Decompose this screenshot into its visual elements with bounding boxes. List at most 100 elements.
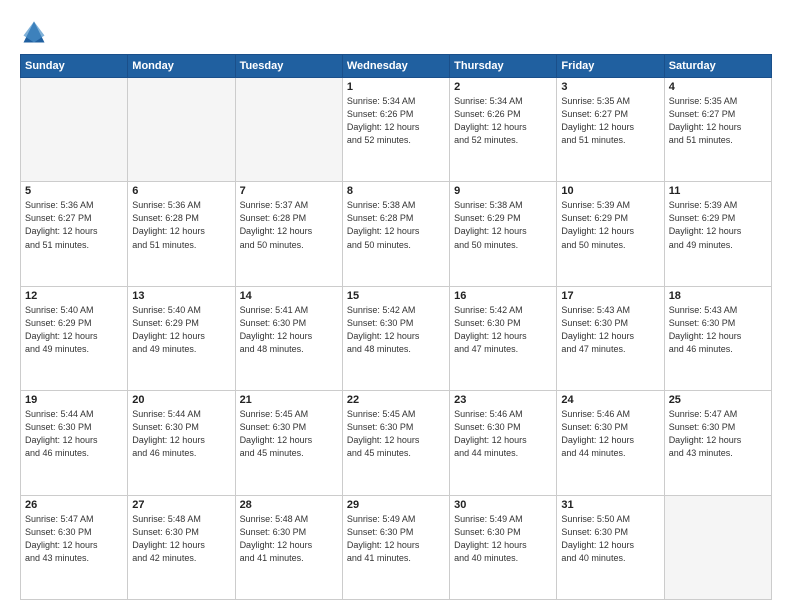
- calendar-cell: 24Sunrise: 5:46 AM Sunset: 6:30 PM Dayli…: [557, 391, 664, 495]
- day-number: 20: [132, 394, 230, 406]
- calendar-table: SundayMondayTuesdayWednesdayThursdayFrid…: [20, 54, 772, 600]
- day-number: 14: [240, 290, 338, 302]
- day-number: 1: [347, 81, 445, 93]
- day-number: 27: [132, 499, 230, 511]
- day-info: Sunrise: 5:39 AM Sunset: 6:29 PM Dayligh…: [561, 199, 659, 251]
- logo-icon: [20, 18, 48, 46]
- day-info: Sunrise: 5:49 AM Sunset: 6:30 PM Dayligh…: [454, 513, 552, 565]
- day-number: 17: [561, 290, 659, 302]
- day-number: 16: [454, 290, 552, 302]
- day-info: Sunrise: 5:39 AM Sunset: 6:29 PM Dayligh…: [669, 199, 767, 251]
- calendar-cell: [235, 78, 342, 182]
- page: SundayMondayTuesdayWednesdayThursdayFrid…: [0, 0, 792, 612]
- day-info: Sunrise: 5:48 AM Sunset: 6:30 PM Dayligh…: [240, 513, 338, 565]
- calendar-cell: 11 Sunrise: 5:39 AM Sunset: 6:29 PM Dayli…: [664, 182, 771, 286]
- calendar-cell: 2Sunrise: 5:34 AM Sunset: 6:26 PM Daylig…: [450, 78, 557, 182]
- calendar-cell: 17Sunrise: 5:43 AM Sunset: 6:30 PM Dayli…: [557, 286, 664, 390]
- calendar-week-3: 12 Sunrise: 5:40 AM Sunset: 6:29 PM Dayli…: [21, 286, 772, 390]
- weekday-header-monday: Monday: [128, 55, 235, 78]
- day-number: 7: [240, 185, 338, 197]
- day-number: 21: [240, 394, 338, 406]
- day-number: 22: [347, 394, 445, 406]
- calendar-cell: 8 Sunrise: 5:38 AM Sunset: 6:28 PM Daylig…: [342, 182, 449, 286]
- calendar-cell: 1 Sunrise: 5:34 AM Sunset: 6:26 PM Daylig…: [342, 78, 449, 182]
- day-info: Sunrise: 5:48 AM Sunset: 6:30 PM Dayligh…: [132, 513, 230, 565]
- calendar-cell: 15 Sunrise: 5:42 AM Sunset: 6:30 PM Dayli…: [342, 286, 449, 390]
- day-info: Sunrise: 5:45 AM Sunset: 6:30 PM Dayligh…: [347, 408, 445, 460]
- day-number: 6: [132, 185, 230, 197]
- calendar-cell: 14 Sunrise: 5:41 AM Sunset: 6:30 PM Dayli…: [235, 286, 342, 390]
- day-number: 10: [561, 185, 659, 197]
- day-info: Sunrise: 5:49 AM Sunset: 6:30 PM Dayligh…: [347, 513, 445, 565]
- day-info: Sunrise: 5:42 AM Sunset: 6:30 PM Dayligh…: [454, 304, 552, 356]
- calendar-week-5: 26 Sunrise: 5:47 AM Sunset: 6:30 PM Dayli…: [21, 495, 772, 599]
- calendar-cell: 6 Sunrise: 5:36 AM Sunset: 6:28 PM Daylig…: [128, 182, 235, 286]
- weekday-header-sunday: Sunday: [21, 55, 128, 78]
- day-number: 5: [25, 185, 123, 197]
- day-number: 8: [347, 185, 445, 197]
- day-info: Sunrise: 5:34 AM Sunset: 6:26 PM Dayligh…: [347, 95, 445, 147]
- calendar-cell: 5 Sunrise: 5:36 AM Sunset: 6:27 PM Daylig…: [21, 182, 128, 286]
- calendar-cell: 30 Sunrise: 5:49 AM Sunset: 6:30 PM Dayli…: [450, 495, 557, 599]
- logo: [20, 18, 52, 46]
- day-number: 29: [347, 499, 445, 511]
- calendar-cell: 13 Sunrise: 5:40 AM Sunset: 6:29 PM Dayli…: [128, 286, 235, 390]
- day-number: 12: [25, 290, 123, 302]
- calendar-cell: 23 Sunrise: 5:46 AM Sunset: 6:30 PM Dayli…: [450, 391, 557, 495]
- day-info: Sunrise: 5:35 AM Sunset: 6:27 PM Dayligh…: [669, 95, 767, 147]
- day-info: Sunrise: 5:42 AM Sunset: 6:30 PM Dayligh…: [347, 304, 445, 356]
- calendar-cell: 12 Sunrise: 5:40 AM Sunset: 6:29 PM Dayli…: [21, 286, 128, 390]
- day-info: Sunrise: 5:50 AM Sunset: 6:30 PM Dayligh…: [561, 513, 659, 565]
- calendar-cell: 27 Sunrise: 5:48 AM Sunset: 6:30 PM Dayli…: [128, 495, 235, 599]
- day-number: 30: [454, 499, 552, 511]
- weekday-header-wednesday: Wednesday: [342, 55, 449, 78]
- calendar-cell: 21Sunrise: 5:45 AM Sunset: 6:30 PM Dayli…: [235, 391, 342, 495]
- day-info: Sunrise: 5:44 AM Sunset: 6:30 PM Dayligh…: [25, 408, 123, 460]
- calendar-cell: 25Sunrise: 5:47 AM Sunset: 6:30 PM Dayli…: [664, 391, 771, 495]
- calendar-cell: 10 Sunrise: 5:39 AM Sunset: 6:29 PM Dayli…: [557, 182, 664, 286]
- day-number: 3: [561, 81, 659, 93]
- day-info: Sunrise: 5:41 AM Sunset: 6:30 PM Dayligh…: [240, 304, 338, 356]
- day-info: Sunrise: 5:47 AM Sunset: 6:30 PM Dayligh…: [25, 513, 123, 565]
- day-info: Sunrise: 5:46 AM Sunset: 6:30 PM Dayligh…: [561, 408, 659, 460]
- calendar-cell: 26 Sunrise: 5:47 AM Sunset: 6:30 PM Dayli…: [21, 495, 128, 599]
- header: [20, 18, 772, 46]
- day-number: 26: [25, 499, 123, 511]
- day-info: Sunrise: 5:38 AM Sunset: 6:28 PM Dayligh…: [347, 199, 445, 251]
- day-number: 13: [132, 290, 230, 302]
- calendar-cell: 31 Sunrise: 5:50 AM Sunset: 6:30 PM Dayli…: [557, 495, 664, 599]
- day-number: 19: [25, 394, 123, 406]
- calendar-week-2: 5 Sunrise: 5:36 AM Sunset: 6:27 PM Daylig…: [21, 182, 772, 286]
- day-info: Sunrise: 5:40 AM Sunset: 6:29 PM Dayligh…: [132, 304, 230, 356]
- calendar-cell: 3Sunrise: 5:35 AM Sunset: 6:27 PM Daylig…: [557, 78, 664, 182]
- day-number: 31: [561, 499, 659, 511]
- day-number: 4: [669, 81, 767, 93]
- calendar-cell: [664, 495, 771, 599]
- day-info: Sunrise: 5:46 AM Sunset: 6:30 PM Dayligh…: [454, 408, 552, 460]
- calendar-cell: 19 Sunrise: 5:44 AM Sunset: 6:30 PM Dayli…: [21, 391, 128, 495]
- calendar-week-1: 1 Sunrise: 5:34 AM Sunset: 6:26 PM Daylig…: [21, 78, 772, 182]
- day-number: 28: [240, 499, 338, 511]
- day-info: Sunrise: 5:36 AM Sunset: 6:27 PM Dayligh…: [25, 199, 123, 251]
- day-number: 23: [454, 394, 552, 406]
- day-info: Sunrise: 5:44 AM Sunset: 6:30 PM Dayligh…: [132, 408, 230, 460]
- day-number: 9: [454, 185, 552, 197]
- day-info: Sunrise: 5:38 AM Sunset: 6:29 PM Dayligh…: [454, 199, 552, 251]
- calendar-cell: 18Sunrise: 5:43 AM Sunset: 6:30 PM Dayli…: [664, 286, 771, 390]
- calendar-cell: [21, 78, 128, 182]
- calendar-cell: 29 Sunrise: 5:49 AM Sunset: 6:30 PM Dayli…: [342, 495, 449, 599]
- weekday-header-thursday: Thursday: [450, 55, 557, 78]
- calendar-cell: 9 Sunrise: 5:38 AM Sunset: 6:29 PM Daylig…: [450, 182, 557, 286]
- day-info: Sunrise: 5:36 AM Sunset: 6:28 PM Dayligh…: [132, 199, 230, 251]
- weekday-header-saturday: Saturday: [664, 55, 771, 78]
- day-number: 11: [669, 185, 767, 197]
- day-number: 18: [669, 290, 767, 302]
- weekday-header-row: SundayMondayTuesdayWednesdayThursdayFrid…: [21, 55, 772, 78]
- calendar-cell: [128, 78, 235, 182]
- day-info: Sunrise: 5:47 AM Sunset: 6:30 PM Dayligh…: [669, 408, 767, 460]
- day-info: Sunrise: 5:40 AM Sunset: 6:29 PM Dayligh…: [25, 304, 123, 356]
- day-number: 2: [454, 81, 552, 93]
- calendar-cell: 7Sunrise: 5:37 AM Sunset: 6:28 PM Daylig…: [235, 182, 342, 286]
- calendar-cell: 16 Sunrise: 5:42 AM Sunset: 6:30 PM Dayli…: [450, 286, 557, 390]
- day-number: 15: [347, 290, 445, 302]
